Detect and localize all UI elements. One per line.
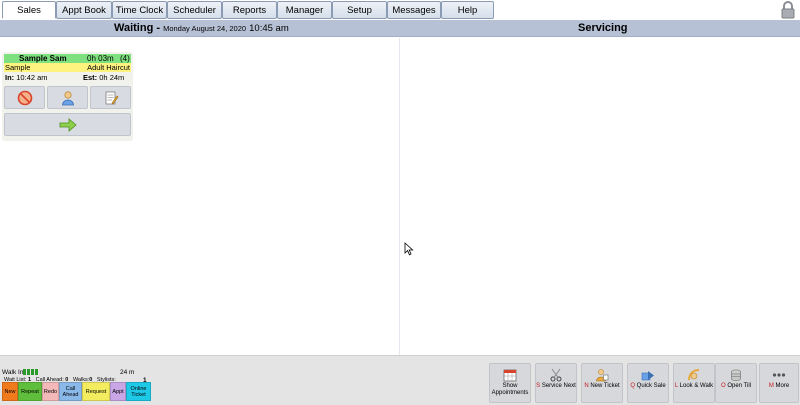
waiting-time: 10:45 am <box>249 23 289 34</box>
more-button[interactable]: M More <box>759 363 799 403</box>
service-next-hotkey: S <box>536 383 541 389</box>
card-name-row: Sample Sam 0h 03m (4) <box>4 54 131 63</box>
assign-stylist-button[interactable] <box>47 86 88 109</box>
remove-client-button[interactable] <box>4 86 45 109</box>
look-and-walk-hotkey: L <box>674 383 678 389</box>
start-service-button[interactable] <box>4 113 131 136</box>
open-till-button[interactable]: O Open Till <box>715 363 757 403</box>
waiting-card[interactable]: Sample Sam 0h 03m (4) Sample Adult Hairc… <box>2 52 133 141</box>
tab-sales[interactable]: Sales <box>2 1 56 19</box>
arrow-right-icon <box>59 117 77 132</box>
open-till-label: Open Till <box>727 383 752 389</box>
stylist-name: Sample <box>5 63 31 72</box>
queue-header: Waiting - Monday August 24, 2020 10:45 a… <box>0 20 800 37</box>
quick-sale-button[interactable]: Q Quick Sale <box>627 363 669 403</box>
new-ticket-label: New Ticket <box>590 383 620 389</box>
quick-sale-icon <box>641 371 654 381</box>
card-time-row: In: 10:42 am Est: 0h 24m <box>4 72 131 82</box>
scissors-icon <box>550 368 562 382</box>
service-next-button[interactable]: S Service Next <box>535 363 577 403</box>
tab-manager[interactable]: Manager <box>277 1 332 19</box>
online-ticket-button[interactable]: Online Ticket <box>126 382 151 401</box>
estimated-wait-minutes: 24 m <box>120 369 135 376</box>
call-ahead-button[interactable]: Call Ahead <box>59 382 82 401</box>
look-walk-icon <box>688 369 700 381</box>
look-and-walk-button[interactable]: L Look & Walk <box>673 363 715 403</box>
waiting-heading: Waiting - Monday August 24, 2020 10:45 a… <box>114 22 289 34</box>
waiting-label: Waiting - <box>114 22 161 34</box>
open-till-hotkey: O <box>720 383 726 389</box>
pane-divider <box>399 38 400 355</box>
estimated-wait: Est: 0h 24m <box>83 73 125 82</box>
edit-ticket-button[interactable] <box>90 86 131 109</box>
service-name: Adult Haircut <box>87 63 130 72</box>
walkin-level-bars <box>23 369 40 376</box>
new-ticket-button[interactable]: N New Ticket <box>581 363 623 403</box>
redo-button[interactable]: Redo <box>42 382 59 401</box>
appt-button[interactable]: Appt <box>110 382 126 401</box>
tab-scheduler[interactable]: Scheduler <box>167 1 222 19</box>
tab-messages[interactable]: Messages <box>387 1 441 19</box>
request-button[interactable]: Request <box>82 382 110 401</box>
person-ticket-icon <box>596 369 609 382</box>
show-appointments-label: Show Appointments <box>491 383 529 396</box>
tab-appt-book[interactable]: Appt Book <box>56 1 112 19</box>
more-hotkey: M <box>768 383 774 389</box>
client-name: Sample Sam <box>19 54 67 63</box>
quick-sale-label: Quick Sale <box>636 383 666 389</box>
coins-icon <box>731 369 741 381</box>
look-and-walk-label: Look & Walk <box>679 383 714 389</box>
more-dots-icon <box>772 373 786 377</box>
tab-setup[interactable]: Setup <box>332 1 387 19</box>
visit-count: (4) <box>120 54 130 63</box>
new-client-button[interactable]: New <box>2 382 18 401</box>
waiting-date: Monday August 24, 2020 <box>163 24 247 33</box>
person-icon <box>61 90 74 105</box>
show-appointments-button[interactable]: Show Appointments <box>489 363 531 403</box>
no-entry-icon <box>17 90 32 105</box>
calendar-icon <box>503 369 517 382</box>
mouse-cursor-icon <box>404 242 414 256</box>
check-in-time: In: 10:42 am <box>5 73 48 82</box>
walkin-indicator: Walk In <box>2 369 40 376</box>
lock-icon[interactable] <box>780 1 796 19</box>
servicing-heading: Servicing <box>578 22 628 34</box>
tab-help[interactable]: Help <box>441 1 494 19</box>
main-tab-bar: Sales Appt Book Time Clock Scheduler Rep… <box>0 0 800 20</box>
wait-duration: 0h 03m <box>87 54 114 63</box>
service-next-label: Service Next <box>541 383 576 389</box>
tab-time-clock[interactable]: Time Clock <box>112 1 167 19</box>
card-service-row: Sample Adult Haircut <box>4 63 131 72</box>
notepad-edit-icon <box>105 91 118 104</box>
tab-reports[interactable]: Reports <box>222 1 277 19</box>
new-ticket-hotkey: N <box>584 383 589 389</box>
quick-sale-hotkey: Q <box>630 383 635 389</box>
repeat-client-button[interactable]: Repeat <box>18 382 42 401</box>
more-label: More <box>775 383 790 389</box>
